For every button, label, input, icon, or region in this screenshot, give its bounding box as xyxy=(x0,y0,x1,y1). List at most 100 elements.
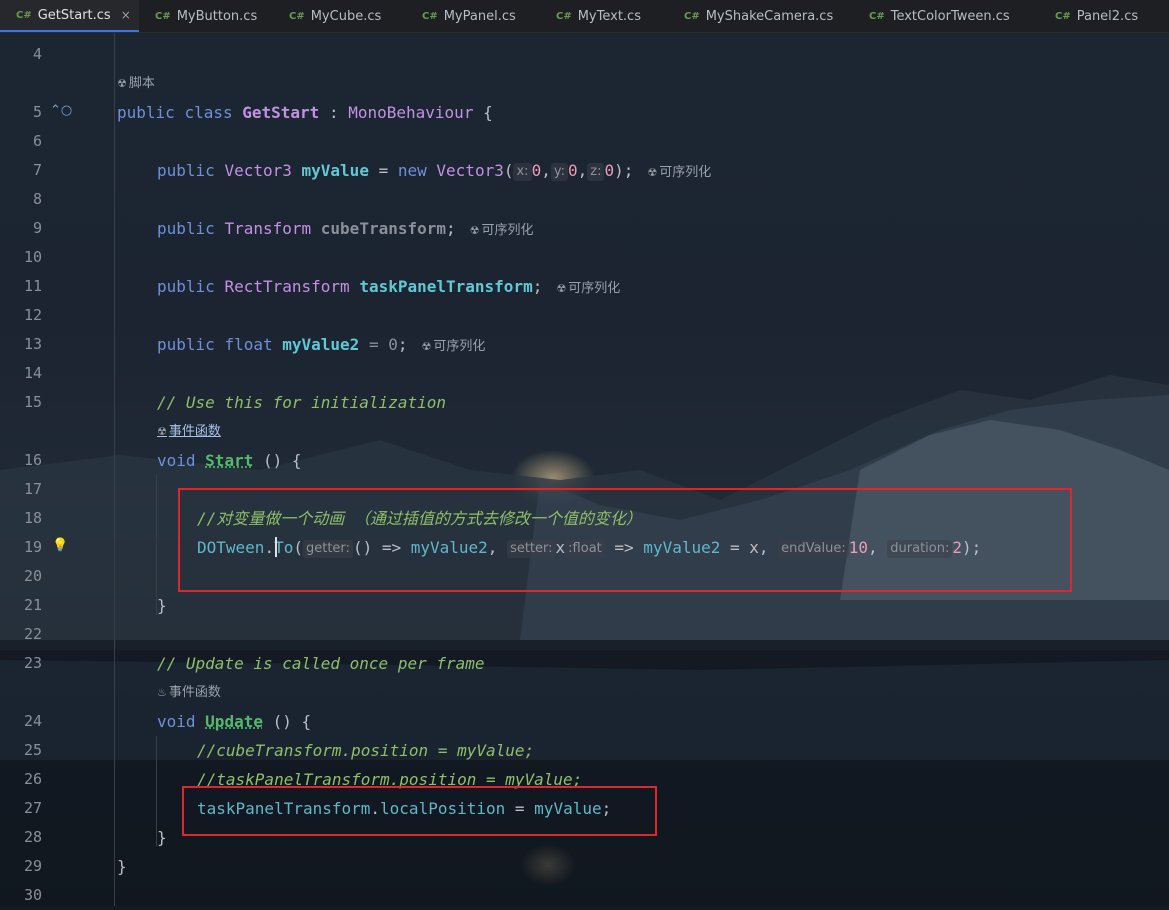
line-number: 20 xyxy=(0,562,42,591)
line-number: 5 xyxy=(0,98,42,127)
line-number: 14 xyxy=(0,359,42,388)
line-number: 7 xyxy=(0,156,42,185)
csharp-file-icon: C# xyxy=(289,11,305,22)
serializable-annotation: ☢ 可序列化 xyxy=(556,281,620,296)
code-line-22[interactable]: 22 xyxy=(0,620,1169,649)
unity-icon: ☢ xyxy=(117,77,127,90)
serializable-annotation: ☢ 可序列化 xyxy=(422,339,486,354)
code-line-6[interactable]: 6 xyxy=(0,127,1169,156)
unity-icon: ☢ xyxy=(157,425,167,438)
tab-label: MyShakeCamera.cs xyxy=(706,9,834,24)
tab-mypanel[interactable]: C# MyPanel.cs xyxy=(406,0,540,32)
csharp-file-icon: C# xyxy=(155,11,171,22)
code-text: public Transform cubeTransform; ☢ 可序列化 xyxy=(157,214,534,245)
tab-label: MyPanel.cs xyxy=(444,9,516,24)
code-line-7[interactable]: 7 public Vector3 myValue = new Vector3(x… xyxy=(0,156,1169,185)
code-line-29[interactable]: 29 } xyxy=(0,852,1169,881)
line-number: 22 xyxy=(0,620,42,649)
line-number: 27 xyxy=(0,794,42,823)
code-text: void Start () { xyxy=(157,446,302,475)
line-number: 9 xyxy=(0,214,42,243)
code-text: public Vector3 myValue = new Vector3(x: 0… xyxy=(157,156,711,187)
line-number: 16 xyxy=(0,446,42,475)
code-line-13[interactable]: 13 public float myValue2 = 0; ☢ 可序列化 xyxy=(0,330,1169,359)
lightbulb-icon[interactable]: 💡 xyxy=(52,538,68,553)
line-number: 15 xyxy=(0,388,42,417)
csharp-file-icon: C# xyxy=(1055,11,1071,22)
tab-label: TextColorTween.cs xyxy=(891,9,1010,24)
line-number: 24 xyxy=(0,707,42,736)
code-text: } xyxy=(157,823,167,852)
tab-label: MyCube.cs xyxy=(311,9,382,24)
tab-panel2[interactable]: C# Panel2.cs xyxy=(1039,0,1169,32)
code-text: } xyxy=(117,852,127,881)
highlight-box-dotween xyxy=(178,488,1072,592)
code-line-8[interactable]: 8 xyxy=(0,185,1169,214)
flame-icon: ♨ xyxy=(157,686,167,699)
line-number: 8 xyxy=(0,185,42,214)
highlight-box-localposition xyxy=(182,786,657,836)
editor-tab-bar: C# GetStart.cs × C# MyButton.cs C# MyCub… xyxy=(0,0,1169,33)
line-number: 13 xyxy=(0,330,42,359)
code-lens-event-function[interactable]: ☢ 事件函数 xyxy=(157,423,221,441)
code-lens-label: 事件函数 xyxy=(169,424,221,439)
line-number: 19 xyxy=(0,533,42,562)
line-number: 26 xyxy=(0,765,42,794)
line-number: 29 xyxy=(0,852,42,881)
param-hint: y: xyxy=(551,163,568,181)
csharp-file-icon: C# xyxy=(16,10,32,21)
code-text: void Update () { xyxy=(157,707,311,736)
line-number: 18 xyxy=(0,504,42,533)
code-line-9[interactable]: 9 public Transform cubeTransform; ☢ 可序列化 xyxy=(0,214,1169,243)
serializable-annotation: ☢ 可序列化 xyxy=(647,165,711,180)
tab-mybutton[interactable]: C# MyButton.cs xyxy=(139,0,273,32)
code-lens-label: 事件函数 xyxy=(169,685,221,700)
csharp-file-icon: C# xyxy=(869,11,885,22)
tab-label: GetStart.cs xyxy=(38,8,111,23)
line-number: 17 xyxy=(0,475,42,504)
code-line-16[interactable]: 16 void Start () { xyxy=(0,446,1169,475)
tab-label: MyText.cs xyxy=(578,9,641,24)
code-lens-label: 脚本 xyxy=(129,76,155,91)
csharp-file-icon: C# xyxy=(684,11,700,22)
code-comment: //cubeTransform.position = myValue; xyxy=(197,736,534,765)
line-number: 23 xyxy=(0,649,42,678)
code-text: public RectTransform taskPanelTransform;… xyxy=(157,272,620,303)
code-line-5[interactable]: 5 ⌃○ public class GetStart : MonoBehavio… xyxy=(0,98,1169,127)
tab-myshakecamera[interactable]: C# MyShakeCamera.cs xyxy=(668,0,853,32)
code-line-14[interactable]: 14 xyxy=(0,359,1169,388)
code-lens-event-function[interactable]: ♨ 事件函数 xyxy=(157,684,221,702)
code-comment: // Use this for initialization xyxy=(157,388,446,417)
code-line-25[interactable]: 25 //cubeTransform.position = myValue; xyxy=(0,736,1169,765)
param-hint: x: xyxy=(513,163,531,181)
code-line-12[interactable]: 12 xyxy=(0,301,1169,330)
code-line-10[interactable]: 10 xyxy=(0,243,1169,272)
line-number: 12 xyxy=(0,301,42,330)
code-line-23[interactable]: 23 // Update is called once per frame xyxy=(0,649,1169,678)
line-number: 6 xyxy=(0,127,42,156)
code-lens-script[interactable]: ☢ 脚本 xyxy=(117,75,155,93)
code-text: public class GetStart : MonoBehaviour { xyxy=(117,98,493,127)
line-number: 28 xyxy=(0,823,42,852)
csharp-file-icon: C# xyxy=(556,11,572,22)
line-number: 10 xyxy=(0,243,42,272)
tab-label: Panel2.cs xyxy=(1077,9,1138,24)
code-comment: // Update is called once per frame xyxy=(157,649,485,678)
close-tab-icon[interactable]: × xyxy=(121,8,131,22)
tab-label: MyButton.cs xyxy=(177,9,258,24)
code-line-21[interactable]: 21 } xyxy=(0,591,1169,620)
param-hint: z: xyxy=(587,163,604,181)
line-number: 11 xyxy=(0,272,42,301)
code-line-24[interactable]: 24 void Update () { xyxy=(0,707,1169,736)
tab-getstart[interactable]: C# GetStart.cs × xyxy=(0,0,139,32)
tab-textcolortween[interactable]: C# TextColorTween.cs xyxy=(853,0,1039,32)
code-line-11[interactable]: 11 public RectTransform taskPanelTransfo… xyxy=(0,272,1169,301)
implements-gutter-icon[interactable]: ⌃○ xyxy=(50,103,72,118)
tab-mycube[interactable]: C# MyCube.cs xyxy=(273,0,406,32)
code-line-15[interactable]: 15 // Use this for initialization xyxy=(0,388,1169,417)
csharp-file-icon: C# xyxy=(422,11,438,22)
line-number: 25 xyxy=(0,736,42,765)
line-number: 4 xyxy=(0,40,42,69)
code-line-4[interactable]: 4 xyxy=(0,40,1169,69)
tab-mytext[interactable]: C# MyText.cs xyxy=(540,0,668,32)
